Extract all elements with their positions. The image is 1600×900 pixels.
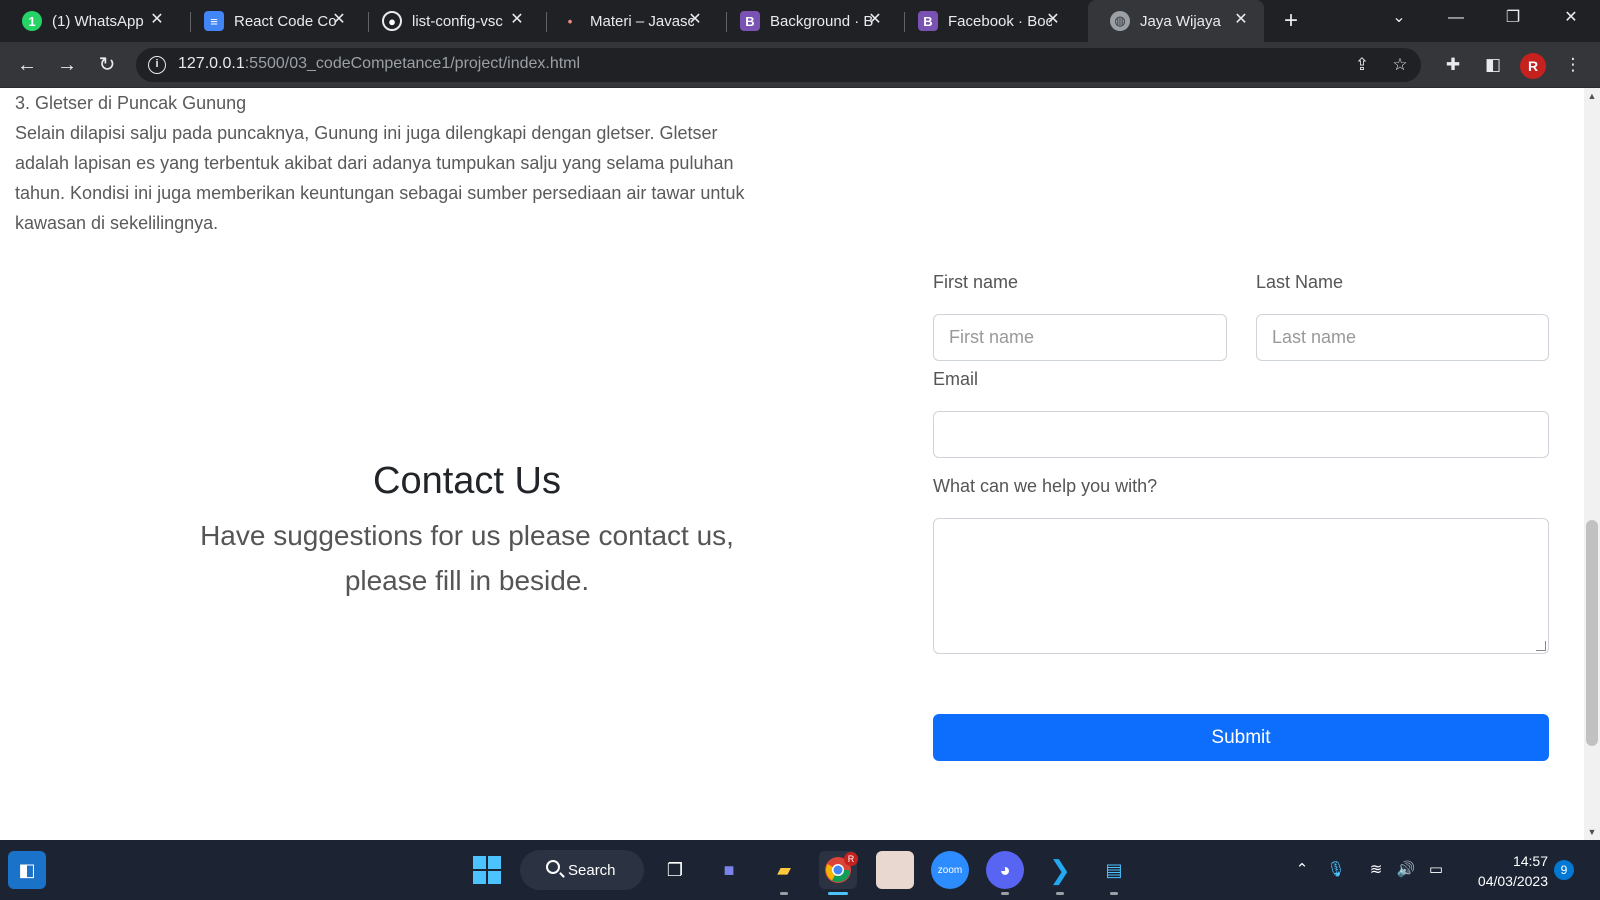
notepad-icon[interactable]: ▤ <box>1095 851 1133 889</box>
running-indicator <box>1056 892 1064 895</box>
tab-background-bootstrap[interactable]: B Background · B ✕ <box>718 0 898 42</box>
scroll-down-icon[interactable]: ▼ <box>1584 824 1600 840</box>
extensions-puzzle-icon[interactable]: ✚ <box>1442 54 1464 76</box>
dots-icon: • <box>567 13 573 29</box>
taskbar-search[interactable]: Search <box>520 850 644 890</box>
tab-label: list-config-vsc <box>412 12 503 30</box>
tab-label: React Code Co <box>234 12 337 30</box>
tab-jaya-wijaya[interactable]: ◍ Jaya Wijaya ✕ <box>1088 0 1264 42</box>
running-indicator <box>780 892 788 895</box>
page-viewport: 3. Gletser di Puncak Gunung Selain dilap… <box>0 88 1584 840</box>
info-icon[interactable]: i <box>148 56 166 74</box>
discord-icon[interactable]: ◕ <box>986 851 1024 889</box>
reload-icon[interactable]: ↻ <box>94 52 120 78</box>
window-close-icon[interactable]: ✕ <box>1548 0 1594 36</box>
file-explorer-icon[interactable]: ▰ <box>765 851 803 889</box>
last-name-input[interactable]: Last name <box>1256 314 1549 361</box>
resize-grip-icon[interactable] <box>1536 641 1546 651</box>
new-tab-button[interactable]: + <box>1278 8 1304 34</box>
page-scrollbar[interactable]: ▲ ▼ <box>1584 88 1600 840</box>
active-indicator <box>828 892 848 895</box>
close-icon[interactable]: ✕ <box>686 11 704 29</box>
tab-whatsapp[interactable]: 1 (1) WhatsApp ✕ <box>0 0 180 42</box>
vscode-icon[interactable]: ❯ <box>1041 851 1079 889</box>
close-icon[interactable]: ✕ <box>508 11 526 29</box>
battery-icon[interactable]: ▭ <box>1426 860 1446 880</box>
scroll-up-icon[interactable]: ▲ <box>1584 88 1600 104</box>
close-icon[interactable]: ✕ <box>330 11 348 29</box>
scrollbar-thumb[interactable] <box>1586 520 1598 746</box>
tab-materi-javascript[interactable]: • Materi – Javasc ✕ <box>538 0 718 42</box>
chrome-profile-badge: R <box>844 852 858 866</box>
close-icon[interactable]: ✕ <box>1044 11 1062 29</box>
profile-avatar[interactable]: R <box>1520 53 1546 79</box>
article-heading: 3. Gletser di Puncak Gunung <box>15 93 247 113</box>
teams-chat-icon[interactable]: ■ <box>710 851 748 889</box>
whatsapp-icon: 1 <box>22 11 42 31</box>
tab-label: Facebook · Boo <box>948 12 1052 30</box>
clock-date: 04/03/2023 <box>1477 873 1548 889</box>
first-name-input[interactable]: First name <box>933 314 1227 361</box>
bootstrap-icon: B <box>918 11 938 31</box>
message-textarea[interactable] <box>933 518 1549 654</box>
tab-label: (1) WhatsApp <box>52 12 144 30</box>
minimize-icon[interactable]: — <box>1433 0 1479 36</box>
running-indicator <box>1001 892 1009 895</box>
contact-intro: Contact Us Have suggestions for us pleas… <box>0 460 934 603</box>
tab-label: Jaya Wijaya <box>1140 12 1221 30</box>
github-icon: ● <box>382 11 402 31</box>
email-label: Email <box>933 369 979 389</box>
globe-icon: ◍ <box>1110 11 1130 31</box>
taskbar: ◧ Search ❐ ■ ▰ R zoom ◕ ❯ ▤ ⌃ 🎙 ≋ 🔊 ▭ 14… <box>0 840 1600 900</box>
tab-facebook-bootstrap[interactable]: B Facebook · Boo ✕ <box>896 0 1076 42</box>
taskbar-search-label: Search <box>568 861 616 879</box>
close-icon[interactable]: ✕ <box>1232 11 1250 29</box>
anime-app-icon[interactable] <box>876 851 914 889</box>
star-icon[interactable]: ☆ <box>1390 55 1410 75</box>
address-bar[interactable]: i 127.0.0.1:5500/03_codeCompetance1/proj… <box>136 48 1421 82</box>
forward-arrow-icon[interactable]: → <box>54 52 80 78</box>
microphone-icon[interactable]: 🎙 <box>1326 860 1346 880</box>
close-icon[interactable]: ✕ <box>148 11 166 29</box>
task-view-icon[interactable]: ❐ <box>656 851 694 889</box>
search-icon <box>546 860 560 874</box>
contact-subtitle: Have suggestions for us please contact u… <box>200 520 734 596</box>
tab-list-config[interactable]: ● list-config-vsc ✕ <box>360 0 540 42</box>
email-input[interactable] <box>933 411 1549 458</box>
share-icon[interactable]: ⇪ <box>1352 55 1372 75</box>
windows-start-icon[interactable] <box>468 851 506 889</box>
tray-chevron-up-icon[interactable]: ⌃ <box>1292 860 1312 880</box>
tab-label: Materi – Javasc <box>590 12 694 30</box>
running-indicator <box>1110 892 1118 895</box>
speaker-icon[interactable]: 🔊 <box>1396 860 1416 880</box>
tab-search-chevron-icon[interactable]: ⌄ <box>1376 0 1422 36</box>
tab-strip: 1 (1) WhatsApp ✕ ≡ React Code Co ✕ ● lis… <box>0 0 1600 42</box>
zoom-icon[interactable]: zoom <box>931 851 969 889</box>
wifi-icon[interactable]: ≋ <box>1366 860 1386 880</box>
tab-label: Background · B <box>770 12 874 30</box>
browser-toolbar: ← → ↻ i 127.0.0.1:5500/03_codeCompetance… <box>0 42 1600 88</box>
clock-time: 14:57 <box>1512 853 1548 869</box>
close-icon[interactable]: ✕ <box>866 11 884 29</box>
system-clock[interactable]: 14:57 04/03/2023 <box>1462 851 1548 891</box>
last-name-label: Last Name <box>1256 272 1344 292</box>
kebab-menu-icon[interactable]: ⋮ <box>1562 54 1584 76</box>
document-icon: ≡ <box>204 11 224 31</box>
first-name-label: First name <box>933 272 1019 292</box>
bootstrap-icon: B <box>740 11 760 31</box>
article-body: Selain dilapisi salju pada puncaknya, Gu… <box>15 123 745 233</box>
restore-icon[interactable]: ❐ <box>1490 0 1536 36</box>
address-url[interactable]: 127.0.0.1:5500/03_codeCompetance1/projec… <box>178 55 580 73</box>
tab-react-code[interactable]: ≡ React Code Co ✕ <box>182 0 362 42</box>
notification-badge[interactable]: 9 <box>1554 860 1574 880</box>
contact-title: Contact Us <box>373 460 561 502</box>
article-section: 3. Gletser di Puncak Gunung Selain dilap… <box>15 88 775 238</box>
submit-button[interactable]: Submit <box>933 714 1549 761</box>
widgets-icon[interactable]: ◧ <box>8 851 46 889</box>
back-arrow-icon[interactable]: ← <box>14 52 40 78</box>
message-label: What can we help you with? <box>933 476 1158 496</box>
side-panel-icon[interactable]: ◧ <box>1482 54 1504 76</box>
